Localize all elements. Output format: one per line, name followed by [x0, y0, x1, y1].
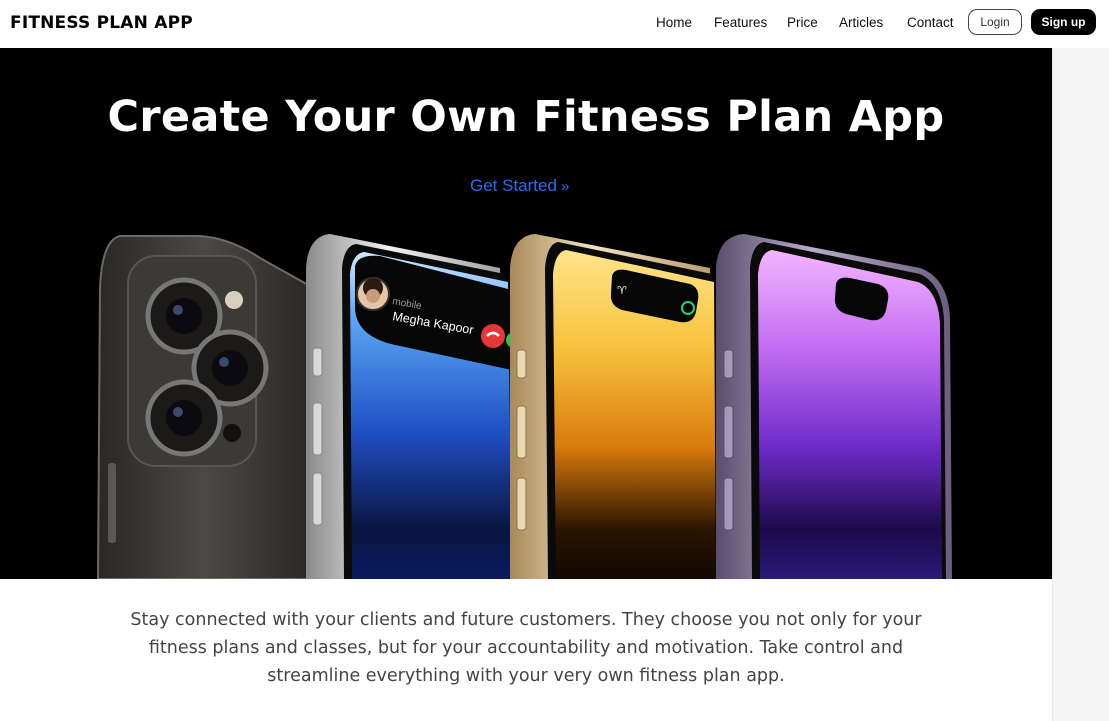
get-started-link[interactable]: Get Started» [470, 176, 569, 196]
nav-link-articles[interactable]: Articles [839, 15, 883, 30]
get-started-label: Get Started [470, 176, 557, 195]
phone-purple [716, 234, 952, 579]
top-navbar: FITNESS PLAN APP Home Features Price Art… [0, 0, 1109, 48]
nav-link-features[interactable]: Features [714, 15, 767, 30]
brand-logo[interactable]: FITNESS PLAN APP [10, 13, 193, 33]
phone-gold: ♈ [510, 234, 716, 579]
nav-link-contact[interactable]: Contact [907, 15, 954, 30]
phones-image: mobile Megha Kapoor ♈ [96, 234, 952, 579]
hero-description: Stay connected with your clients and fut… [130, 610, 922, 686]
airpods-icon: ♈ [617, 284, 627, 297]
phone-back-black [96, 235, 311, 579]
page-scrollbar[interactable] [1052, 0, 1109, 721]
login-button[interactable]: Login [968, 9, 1022, 35]
decline-call-icon [481, 324, 505, 348]
hero-section: Create Your Own Fitness Plan App Get Sta… [0, 48, 1052, 579]
signup-button[interactable]: Sign up [1031, 9, 1096, 35]
hero-title: Create Your Own Fitness Plan App [107, 92, 945, 142]
phone-blue: mobile Megha Kapoor [306, 234, 522, 579]
double-chevron-right-icon: » [560, 178, 570, 195]
nav-link-home[interactable]: Home [656, 15, 692, 30]
nav-link-price[interactable]: Price [787, 15, 818, 30]
